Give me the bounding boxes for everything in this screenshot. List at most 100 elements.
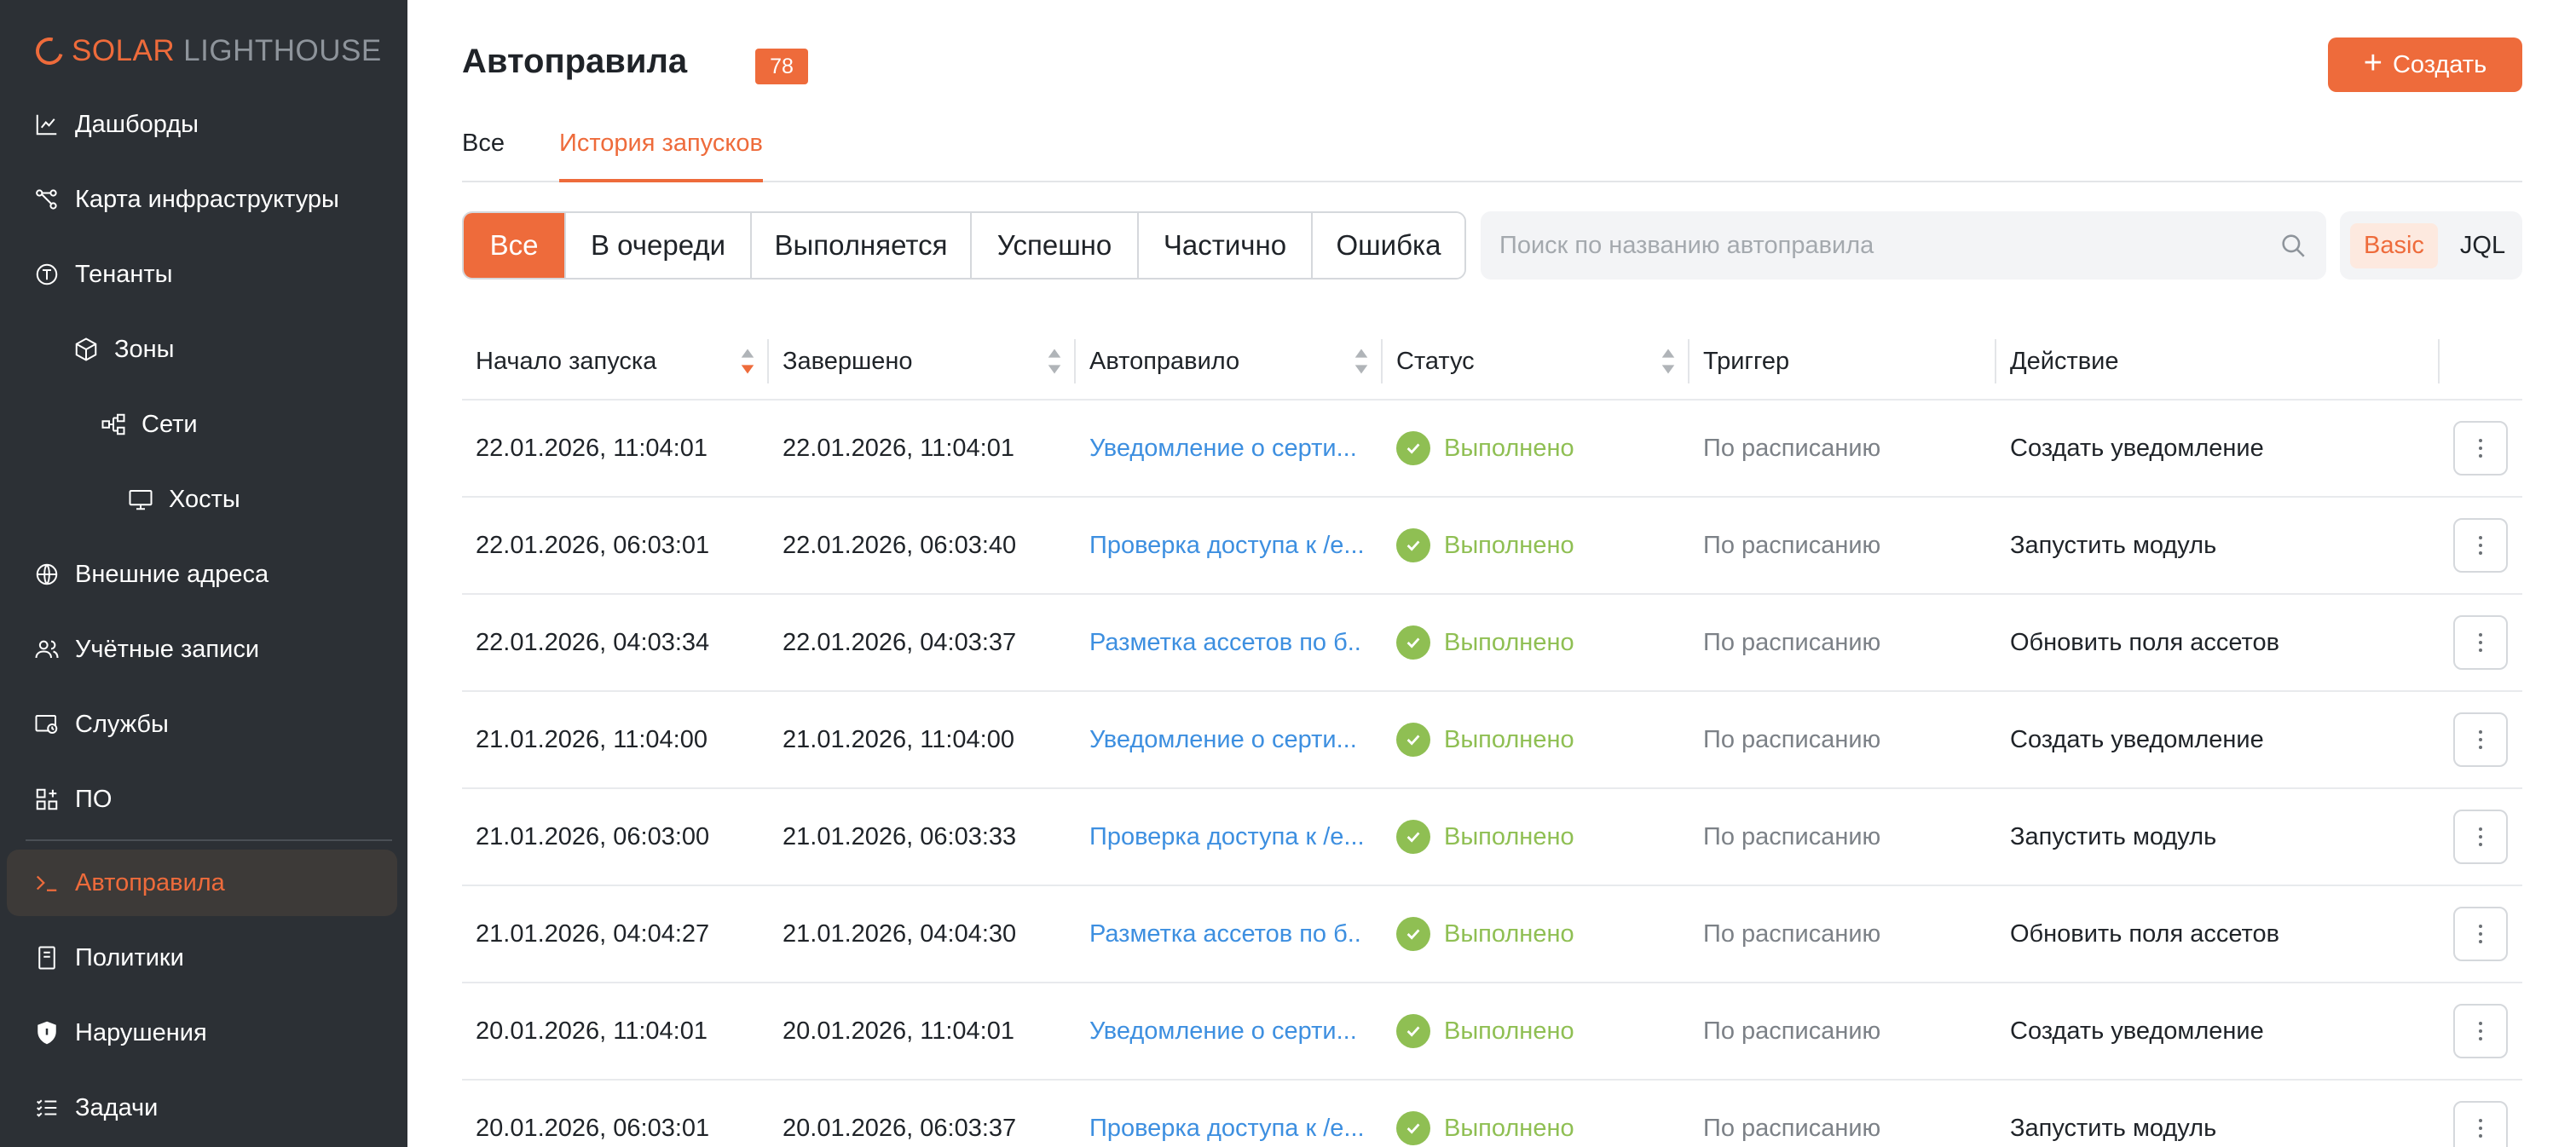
cell-action: Запустить модуль [2010, 1114, 2217, 1142]
sidebar-item-autorules[interactable]: Автоправила [7, 850, 397, 916]
filter-error[interactable]: Ошибка [1311, 213, 1464, 278]
status-label: Выполнено [1444, 434, 1574, 462]
create-button[interactable]: + Создать [2328, 37, 2522, 92]
table-row[interactable]: 22.01.2026, 04:03:34 22.01.2026, 04:03:3… [462, 595, 2522, 692]
filter-running[interactable]: Выполняется [750, 213, 970, 278]
cell-rule-link[interactable]: Проверка доступа к /е... [1089, 498, 1362, 593]
sidebar-item-label: Учётные записи [75, 635, 260, 663]
cell-action: Обновить поля ассетов [2010, 919, 2280, 948]
sidebar-item-tasks[interactable]: Задачи [7, 1075, 397, 1141]
document-icon [34, 945, 60, 971]
cell-rule-link[interactable]: Уведомление о серти... [1089, 401, 1362, 496]
column-separator [767, 339, 769, 383]
cell-trigger: По расписанию [1703, 919, 1881, 948]
cell-action: Запустить модуль [2010, 822, 2217, 850]
col-status[interactable]: Статус [1396, 322, 1689, 401]
row-menu-button[interactable] [2453, 1004, 2508, 1058]
table-row[interactable]: 22.01.2026, 06:03:01 22.01.2026, 06:03:4… [462, 498, 2522, 595]
cell-rule-link[interactable]: Уведомление о серти... [1089, 983, 1362, 1079]
sidebar-item-accounts[interactable]: Учётные записи [7, 616, 397, 683]
col-start[interactable]: Начало запуска [476, 322, 769, 401]
chart-icon [34, 112, 60, 137]
tab-run-history[interactable]: История запусков [559, 128, 763, 182]
row-menu-button[interactable] [2453, 518, 2508, 573]
sidebar-item-networks[interactable]: Сети [7, 391, 397, 458]
cell-end: 22.01.2026, 06:03:40 [783, 531, 1017, 559]
cell-action: Создать уведомление [2010, 725, 2264, 753]
sidebar-item-infrastructure-map[interactable]: Карта инфраструктуры [7, 166, 397, 233]
sidebar-item-label: Тенанты [75, 260, 173, 288]
cell-rule-link[interactable]: Проверка доступа к /е... [1089, 1081, 1362, 1147]
sidebar-item-software[interactable]: ПО [7, 766, 397, 833]
sort-icon [1354, 349, 1368, 374]
terminal-icon [34, 870, 60, 896]
kebab-menu-icon [2479, 925, 2482, 943]
users-icon [34, 637, 60, 662]
row-menu-button[interactable] [2453, 615, 2508, 670]
row-menu-button[interactable] [2453, 1101, 2508, 1147]
main-content: Автоправила 78 + Создать Все История зап… [407, 0, 2576, 1147]
status-label: Выполнено [1444, 1114, 1574, 1142]
cell-end: 21.01.2026, 04:04:30 [783, 919, 1017, 948]
filter-partial[interactable]: Частично [1137, 213, 1311, 278]
cell-action: Запустить модуль [2010, 531, 2217, 559]
sidebar-item-label: Автоправила [75, 868, 225, 896]
mode-basic[interactable]: Basic [2350, 222, 2438, 268]
status-label: Выполнено [1444, 919, 1574, 948]
cell-rule-link[interactable]: Разметка ассетов по б... [1089, 595, 1362, 690]
tenant-icon [34, 262, 60, 287]
table-row[interactable]: 21.01.2026, 04:04:27 21.01.2026, 04:04:3… [462, 886, 2522, 983]
app-logo[interactable]: SOLAR LIGHTHOUSE [31, 31, 382, 72]
row-menu-button[interactable] [2453, 712, 2508, 767]
table-row[interactable]: 20.01.2026, 11:04:01 20.01.2026, 11:04:0… [462, 983, 2522, 1081]
status-label: Выполнено [1444, 628, 1574, 656]
network-icon [101, 412, 126, 437]
sidebar-item-label: Службы [75, 710, 169, 738]
cell-end: 22.01.2026, 04:03:37 [783, 628, 1017, 656]
search-icon[interactable] [2279, 231, 2307, 260]
cell-start: 20.01.2026, 11:04:01 [476, 1017, 708, 1045]
filter-success[interactable]: Успешно [970, 213, 1137, 278]
sidebar-item-services[interactable]: Службы [7, 691, 397, 758]
col-end[interactable]: Завершено [783, 322, 1076, 401]
col-status-label: Статус [1396, 347, 1475, 375]
sidebar-item-label: Сети [142, 410, 198, 438]
table-row[interactable]: 21.01.2026, 06:03:00 21.01.2026, 06:03:3… [462, 789, 2522, 886]
tabs: Все История запусков [462, 128, 2522, 182]
sort-icon [1048, 349, 1061, 374]
filter-all[interactable]: Все [464, 213, 564, 278]
cell-rule-link[interactable]: Уведомление о серти... [1089, 692, 1362, 787]
row-menu-button[interactable] [2453, 810, 2508, 864]
kebab-menu-icon [2479, 1119, 2482, 1138]
row-menu-button[interactable] [2453, 907, 2508, 961]
sidebar-item-hosts[interactable]: Хосты [7, 466, 397, 533]
sidebar-item-zones[interactable]: Зоны [7, 316, 397, 383]
table-row[interactable]: 22.01.2026, 11:04:01 22.01.2026, 11:04:0… [462, 401, 2522, 498]
sidebar-item-policies[interactable]: Политики [7, 925, 397, 991]
sidebar-item-external-addresses[interactable]: Внешние адреса [7, 541, 397, 608]
col-rule[interactable]: Автоправило [1089, 322, 1383, 401]
col-rule-label: Автоправило [1089, 347, 1240, 375]
sidebar-item-violations[interactable]: Нарушения [7, 1000, 397, 1066]
row-menu-button[interactable] [2453, 421, 2508, 476]
table-row[interactable]: 20.01.2026, 06:03:01 20.01.2026, 06:03:3… [462, 1081, 2522, 1147]
logo-text-secondary: LIGHTHOUSE [183, 34, 382, 67]
cube-icon [73, 337, 99, 362]
mode-jql[interactable]: JQL [2446, 223, 2519, 268]
cell-status: Выполнено [1396, 498, 1574, 593]
table-row[interactable]: 21.01.2026, 11:04:00 21.01.2026, 11:04:0… [462, 692, 2522, 789]
check-circle-icon [1396, 820, 1430, 854]
filter-queued[interactable]: В очереди [564, 213, 750, 278]
cell-start: 22.01.2026, 11:04:01 [476, 434, 708, 462]
kebab-menu-icon [2479, 827, 2482, 846]
query-mode-toggle: Basic JQL [2340, 211, 2522, 280]
cell-rule-link[interactable]: Проверка доступа к /е... [1089, 789, 1362, 885]
tab-all[interactable]: Все [462, 128, 505, 182]
service-icon [34, 712, 60, 737]
check-circle-icon [1396, 528, 1430, 562]
search-input[interactable] [1499, 231, 2279, 260]
sidebar-item-tenants[interactable]: Тенанты [7, 241, 397, 308]
sidebar-item-label: Задачи [75, 1093, 159, 1121]
cell-rule-link[interactable]: Разметка ассетов по б... [1089, 886, 1362, 982]
sidebar-item-dashboards[interactable]: Дашборды [7, 91, 397, 158]
